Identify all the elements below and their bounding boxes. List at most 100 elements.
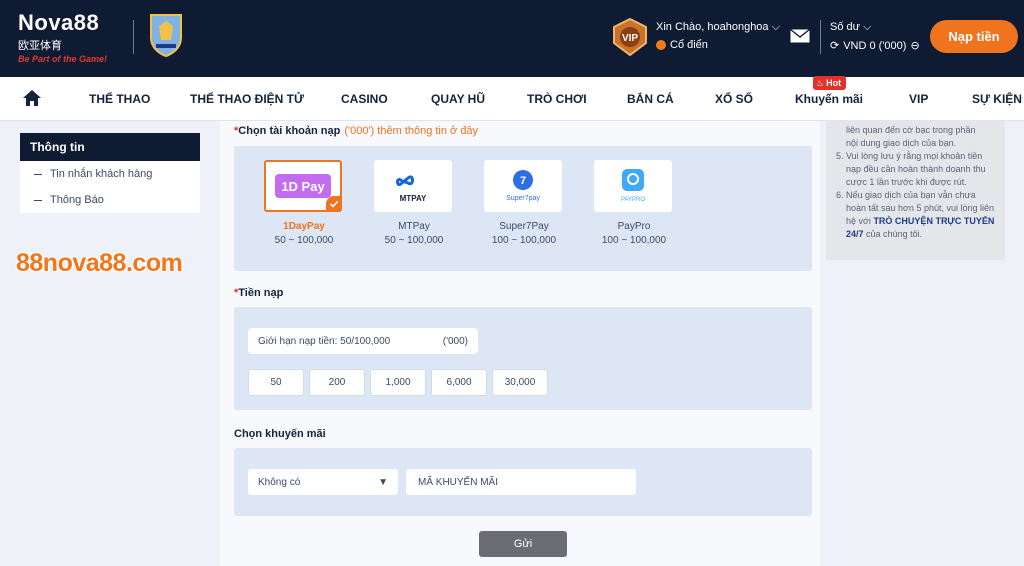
nav-item-ban-ca[interactable]: BẮN CÁ xyxy=(627,92,674,106)
dash-icon xyxy=(34,173,42,175)
main-nav: THỂ THAO THỂ THAO ĐIỆN TỬ CASINO QUAY HŨ… xyxy=(0,77,1024,121)
method-logo-text: PAYPRO xyxy=(621,197,645,203)
brand-name: Nova88 xyxy=(18,10,100,35)
method-name: PayPro xyxy=(617,221,651,232)
note-line: liên quan đến cờ bạc trong phần xyxy=(846,125,976,135)
club-crest-icon xyxy=(150,14,182,58)
promo-section-label: Chọn khuyến mãi xyxy=(234,428,326,440)
method-card: MTPAY xyxy=(374,160,452,212)
vip-level-dot-icon xyxy=(656,40,666,50)
check-icon xyxy=(326,196,342,212)
promo-code-input[interactable]: MÃ KHUYẾN MÃI xyxy=(406,469,636,495)
method-range: 50 ~ 100,000 xyxy=(384,235,444,246)
deposit-notes: liên quan đến cờ bạc trong phần nội dung… xyxy=(826,121,1005,260)
submit-button[interactable]: Gửi xyxy=(479,531,567,557)
amount-chip-50[interactable]: 50 xyxy=(248,369,304,396)
note-5: Vui lòng lưu ý rằng mọi khoản tiền nạp đ… xyxy=(846,151,986,187)
user-greeting[interactable]: Xin Chào, hoahonghoa ⌵ Cổ điển xyxy=(656,21,780,51)
mail-icon[interactable] xyxy=(790,29,810,43)
method-logo-text: Super7pay xyxy=(506,195,540,202)
dash-icon xyxy=(34,199,42,201)
balance-value: VND 0 ('000) xyxy=(843,39,907,52)
sidebar-item-label: Tin nhắn khách hàng xyxy=(50,168,153,180)
nav-item-vip[interactable]: VIP xyxy=(909,92,928,106)
payment-method-paypro[interactable]: PAYPRO PayPro 100 ~ 100,000 xyxy=(594,160,674,246)
site-watermark: 88nova88.com xyxy=(16,249,183,277)
1daypay-logo-icon: 1D Pay xyxy=(275,174,331,198)
payment-method-super7pay[interactable]: 7 Super7pay Super7Pay 100 ~ 100,000 xyxy=(484,160,564,246)
info-sidebar: Thông tin Tin nhắn khách hàng Thông Báo xyxy=(20,133,200,213)
hide-balance-icon[interactable]: ⊖ xyxy=(910,39,919,52)
deposit-amount-input[interactable]: Giới hạn nạp tiền: 50/100,000 ('000) xyxy=(248,328,478,354)
brand-slogan: Be Part of the Game! xyxy=(18,54,108,64)
deposit-button[interactable]: Nạp tiền xyxy=(930,20,1018,53)
amount-chip-1000[interactable]: 1,000 xyxy=(370,369,426,396)
amount-chip-200[interactable]: 200 xyxy=(309,369,365,396)
promo-select[interactable]: Không có ▼ xyxy=(248,469,398,495)
account-section-label: *Chọn tài khoản nạp ('000') thêm thông ti… xyxy=(234,125,478,137)
refresh-icon[interactable]: ⟳ xyxy=(830,39,839,52)
promo-select-value: Không có xyxy=(258,476,301,488)
method-name: 1DayPay xyxy=(283,221,325,232)
balance-divider xyxy=(820,20,821,54)
method-name: MTPay xyxy=(398,221,430,232)
vip-badge-text: VIP xyxy=(622,33,638,44)
hot-badge: ♨ Hot xyxy=(813,76,847,90)
method-logo-text: MTPAY xyxy=(400,194,427,203)
nav-item-xo-so[interactable]: XỔ SỐ xyxy=(715,92,753,106)
sidebar-item-label: Thông Báo xyxy=(50,194,104,206)
super7pay-logo-icon: 7 Super7pay xyxy=(506,170,540,202)
flame-icon: ♨ xyxy=(816,77,825,88)
method-card: 1D Pay xyxy=(264,160,342,212)
paypro-logo-icon: PAYPRO xyxy=(621,169,645,203)
logo-divider xyxy=(133,20,134,54)
amount-label-text: Tiền nạp xyxy=(238,287,284,299)
chevron-down-icon: ⌵ xyxy=(863,21,872,33)
note-6: Nếu giao dịch của bạn vẫn chưa hoàn tất … xyxy=(846,189,997,241)
method-range: 50 ~ 100,000 xyxy=(274,235,334,246)
method-name: Super7Pay xyxy=(499,221,549,232)
payment-method-1daypay[interactable]: 1D Pay 1DayPay 50 ~ 100,000 xyxy=(264,160,344,246)
amount-input-unit: ('000) xyxy=(442,335,468,347)
note-number: 5. xyxy=(836,151,844,161)
amount-input-text: Giới hạn nạp tiền: 50/100,000 xyxy=(258,335,391,347)
promo-label-text: Chọn khuyến mãi xyxy=(234,428,326,440)
nav-item-quay-hu[interactable]: QUAY HŨ xyxy=(431,92,485,106)
sidebar-item-notifications[interactable]: Thông Báo xyxy=(20,187,200,213)
caret-down-icon: ▼ xyxy=(378,476,388,488)
method-card: PAYPRO xyxy=(594,160,672,212)
nav-item-khuyen-mai[interactable]: Khuyến mãi xyxy=(795,92,863,106)
method-range: 100 ~ 100,000 xyxy=(491,235,557,246)
brand-cn: 欧亚体育 xyxy=(18,40,62,52)
nav-item-su-kien[interactable]: SỰ KIỆN xyxy=(972,92,1022,106)
greeting-text: Xin Chào, hoahonghoa xyxy=(656,21,769,33)
nav-item-tro-choi[interactable]: TRÒ CHƠI xyxy=(527,92,587,106)
method-card: 7 Super7pay xyxy=(484,160,562,212)
sidebar-item-messages[interactable]: Tin nhắn khách hàng xyxy=(20,161,200,187)
nav-item-casino[interactable]: CASINO xyxy=(341,92,388,106)
nav-item-the-thao-dien-tu[interactable]: THỂ THAO ĐIỆN TỬ xyxy=(190,92,304,106)
note-6-post: của chúng tôi. xyxy=(866,229,923,239)
payment-method-mtpay[interactable]: MTPAY MTPay 50 ~ 100,000 xyxy=(374,160,454,246)
method-range: 100 ~ 100,000 xyxy=(601,235,667,246)
sidebar-title[interactable]: Thông tin xyxy=(20,133,200,161)
svg-text:7: 7 xyxy=(520,175,526,187)
note-number: 6. xyxy=(836,190,844,200)
amount-chip-30000[interactable]: 30,000 xyxy=(492,369,548,396)
nova88-logo[interactable]: Nova88 欧亚体育 Be Part of the Game! xyxy=(18,10,107,64)
chevron-down-icon: ⌵ xyxy=(771,21,780,33)
method-logo-text: 1D Pay xyxy=(281,179,325,194)
note-line: nội dung giao dịch của bạn. xyxy=(846,138,957,148)
mtpay-logo-icon: MTPAY xyxy=(396,175,427,203)
amount-section-label: *Tiền nạp xyxy=(234,287,283,299)
nav-item-the-thao[interactable]: THỂ THAO xyxy=(89,92,150,106)
account-label-text: Chọn tài khoản nạp xyxy=(238,125,341,137)
vip-badge-icon[interactable]: VIP xyxy=(610,17,650,57)
amount-chip-6000[interactable]: 6,000 xyxy=(431,369,487,396)
home-icon[interactable] xyxy=(22,89,42,107)
hot-badge-text: Hot xyxy=(826,78,842,88)
top-header: Nova88 欧亚体育 Be Part of the Game! VIP Xin… xyxy=(0,0,1024,77)
balance-display[interactable]: Số dư ⌵ ⟳ VND 0 ('000) ⊖ xyxy=(830,21,920,52)
vip-level-text: Cổ điển xyxy=(670,39,708,51)
account-hint: ('000') thêm thông tin ở đây xyxy=(344,125,479,137)
